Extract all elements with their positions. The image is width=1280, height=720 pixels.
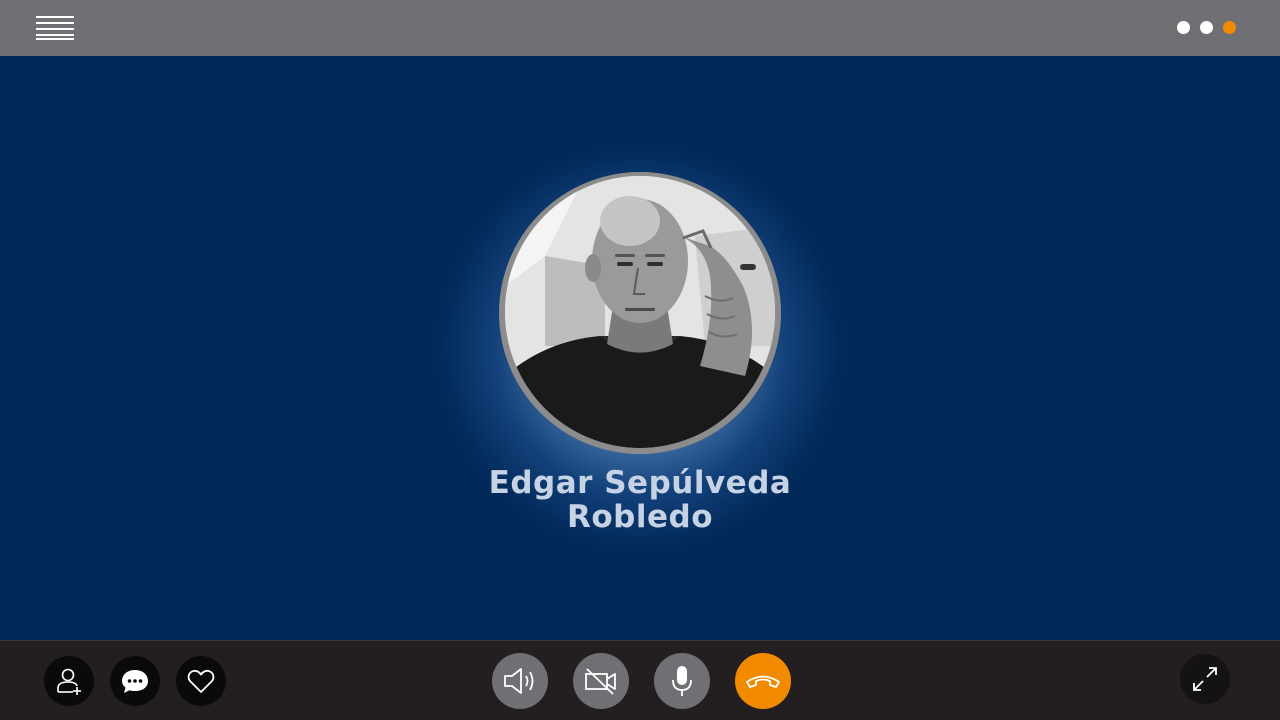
add-user-icon: [57, 668, 81, 695]
avatar-frame: [499, 172, 781, 454]
speaker-button[interactable]: [492, 653, 548, 709]
page-dot-2[interactable]: [1200, 21, 1213, 34]
page-indicator: [1177, 21, 1236, 34]
chat-bubble-icon: [122, 670, 148, 693]
add-contact-button[interactable]: [44, 656, 94, 706]
page-dot-3-active[interactable]: [1223, 21, 1236, 34]
microphone-icon: [672, 666, 692, 696]
microphone-button[interactable]: [654, 653, 710, 709]
chat-button[interactable]: [110, 656, 160, 706]
hamburger-menu-icon: [36, 16, 74, 40]
hang-up-button[interactable]: [735, 653, 791, 709]
fullscreen-button[interactable]: [1180, 654, 1230, 704]
caller-name: Edgar Sepúlveda Robledo: [488, 465, 792, 535]
video-toggle-button[interactable]: [573, 653, 629, 709]
call-stage: Edgar Sepúlveda Robledo: [0, 56, 1280, 640]
caller-avatar: [505, 176, 775, 448]
call-controls-bar: [0, 640, 1280, 720]
expand-icon: [1193, 667, 1217, 691]
page-dot-1[interactable]: [1177, 21, 1190, 34]
speaker-icon: [504, 668, 534, 694]
top-bar: [0, 0, 1280, 56]
caller-avatar-photo: [505, 176, 775, 448]
menu-button[interactable]: [30, 10, 80, 46]
heart-icon: [187, 669, 215, 693]
video-off-icon: [585, 668, 616, 695]
favorite-button[interactable]: [176, 656, 226, 706]
hang-up-phone-icon: [746, 675, 780, 688]
